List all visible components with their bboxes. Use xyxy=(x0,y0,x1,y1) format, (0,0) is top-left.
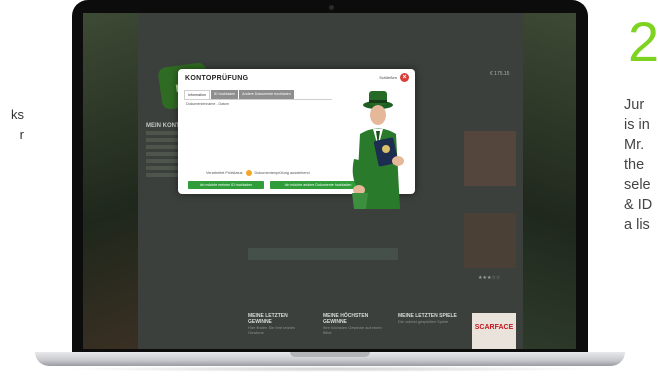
verification-status: Verarbeitet Prüfstatus Dokumentenprüfung… xyxy=(206,170,310,176)
background-art-right xyxy=(523,13,576,349)
status-label: Verarbeitet Prüfstatus xyxy=(206,171,243,175)
footer-section: MEINE HÖCHSTEN GEWINNE Ihre höchsten Gew… xyxy=(323,313,383,335)
step-description: Jur is in Mr. the sele & ID a lis xyxy=(624,95,658,235)
left-text-line: r xyxy=(19,127,24,142)
mascot-illustration xyxy=(352,91,404,209)
game-list-row[interactable] xyxy=(248,248,398,260)
laptop-notch xyxy=(290,352,370,357)
account-verification-modal: KONTOPRÜFUNG Schließen × Information ID … xyxy=(178,69,415,209)
upload-id-button[interactable]: Ich möchte meinen ID hochladen xyxy=(188,181,264,189)
laptop-shadow xyxy=(60,366,600,372)
step-line: & ID xyxy=(624,197,653,213)
laptop-screen: mr MEIN KONTO € 175.15 ★★★☆☆ MEINE LETZT… xyxy=(83,13,576,349)
step-number: 2 xyxy=(628,10,658,73)
step-line: a lis xyxy=(624,217,650,233)
close-button[interactable]: Schließen × xyxy=(379,73,409,82)
footer-subtitle: Die zuletzt gespielten Spiele xyxy=(398,319,449,324)
tab-information[interactable]: Information xyxy=(184,90,210,99)
footer-section: MEINE LETZTEN SPIELE Die zuletzt gespiel… xyxy=(398,313,458,324)
background-art-left xyxy=(83,13,138,349)
step-line: is in xyxy=(624,117,650,133)
rating-stars: ★★★☆☆ xyxy=(478,275,501,281)
close-label[interactable]: Schließen xyxy=(379,75,397,80)
game-tile[interactable] xyxy=(464,213,516,268)
left-text-fragment: ks r xyxy=(0,105,24,145)
footer-subtitle: Hier finden Sie Ihre letzten Gewinne xyxy=(248,325,296,335)
step-line: Mr. xyxy=(624,137,645,153)
tab-upload-other[interactable]: Andere Dokumente hochladen xyxy=(239,90,294,99)
footer-title: MEINE HÖCHSTEN GEWINNE xyxy=(323,313,369,325)
close-icon[interactable]: × xyxy=(400,73,409,82)
movie-poster[interactable]: SCARFACE xyxy=(472,313,516,349)
camera-icon xyxy=(329,5,334,10)
footer-section: MEINE LETZTEN GEWINNE Hier finden Sie Ih… xyxy=(248,313,308,335)
footer-subtitle: Ihre höchsten Gewinne auf einen Blick xyxy=(323,325,382,335)
warning-icon xyxy=(245,170,252,176)
modal-title: KONTOPRÜFUNG xyxy=(185,75,249,82)
step-line: Jur xyxy=(624,97,645,113)
tab-upload-id[interactable]: ID hochladen xyxy=(210,90,239,99)
footer-title: MEINE LETZTEN GEWINNE xyxy=(248,313,288,325)
game-tile[interactable] xyxy=(464,131,516,186)
left-text-line: ks xyxy=(11,107,24,122)
modal-tabs: Information ID hochladen Andere Dokument… xyxy=(184,90,294,99)
step-line: sele xyxy=(624,177,651,193)
balance-display: € 175.15 xyxy=(490,71,510,77)
tab-divider xyxy=(184,99,332,100)
status-value: Dokumentenprüfung ausstehend xyxy=(254,171,310,175)
step-line: the xyxy=(624,157,645,173)
document-header: Dokumentenname - Datum xyxy=(186,102,230,106)
